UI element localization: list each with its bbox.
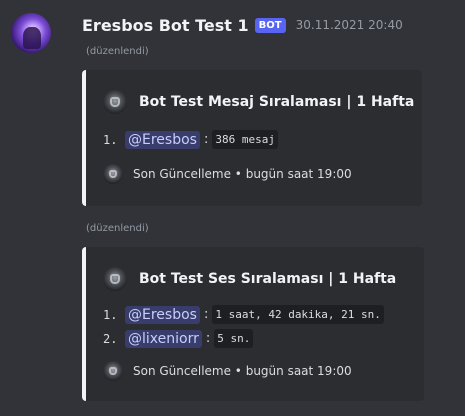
username[interactable]: Eresbos Bot Test 1	[82, 16, 249, 35]
ranking-row: 2. @lixeniorr : 5 sn.	[103, 329, 254, 348]
embed-footer: Son Güncelleme • bugün saat 19:00	[103, 164, 352, 184]
user-mention[interactable]: @Eresbos	[125, 130, 200, 149]
ranking-value: 1 saat, 42 dakika, 21 sn.	[212, 305, 384, 324]
embed-author-name: Bot Test Mesaj Sıralaması | 1 Hafta	[139, 94, 415, 110]
embed-author: Bot Test Mesaj Sıralaması | 1 Hafta	[103, 90, 414, 114]
author-icon	[103, 90, 127, 114]
embed-footer-text: Son Güncelleme • bugün saat 19:00	[133, 167, 352, 181]
rank-number: 2.	[103, 331, 118, 346]
footer-icon	[103, 164, 123, 184]
message-timestamp[interactable]: 30.11.2021 20:40	[296, 18, 403, 32]
embed-footer: Son Güncelleme • bugün saat 19:00	[103, 361, 352, 381]
embed-author: Bot Test Ses Sıralaması | 1 Hafta	[103, 267, 396, 291]
user-avatar[interactable]	[11, 13, 51, 53]
embed-message-ranking: Bot Test Mesaj Sıralaması | 1 Hafta 1. @…	[82, 70, 422, 206]
rank-number: 1.	[103, 307, 118, 322]
separator: :	[203, 132, 209, 147]
avatar-figure	[23, 27, 41, 49]
rank-number: 1.	[103, 132, 118, 147]
embed-voice-ranking: Bot Test Ses Sıralaması | 1 Hafta 1. @Er…	[82, 247, 424, 401]
footer-icon	[103, 361, 123, 381]
author-icon	[103, 267, 127, 291]
user-mention[interactable]: @lixeniorr	[125, 329, 202, 348]
message-header: Eresbos Bot Test 1 BOT 30.11.2021 20:40	[82, 14, 403, 36]
user-mention[interactable]: @Eresbos	[125, 305, 200, 324]
embed-footer-text: Son Güncelleme • bugün saat 19:00	[133, 364, 352, 378]
bot-tag: BOT	[254, 17, 286, 33]
ranking-row: 1. @Eresbos : 386 mesaj	[103, 130, 278, 149]
separator: :	[205, 331, 211, 346]
edited-label: (düzenlendi)	[86, 223, 149, 234]
ranking-row: 1. @Eresbos : 1 saat, 42 dakika, 21 sn.	[103, 305, 384, 324]
edited-label: (düzenlendi)	[86, 46, 149, 57]
embed-author-name: Bot Test Ses Sıralaması | 1 Hafta	[139, 271, 397, 287]
separator: :	[203, 307, 209, 322]
ranking-value: 386 mesaj	[212, 130, 278, 149]
ranking-value: 5 sn.	[214, 329, 254, 348]
